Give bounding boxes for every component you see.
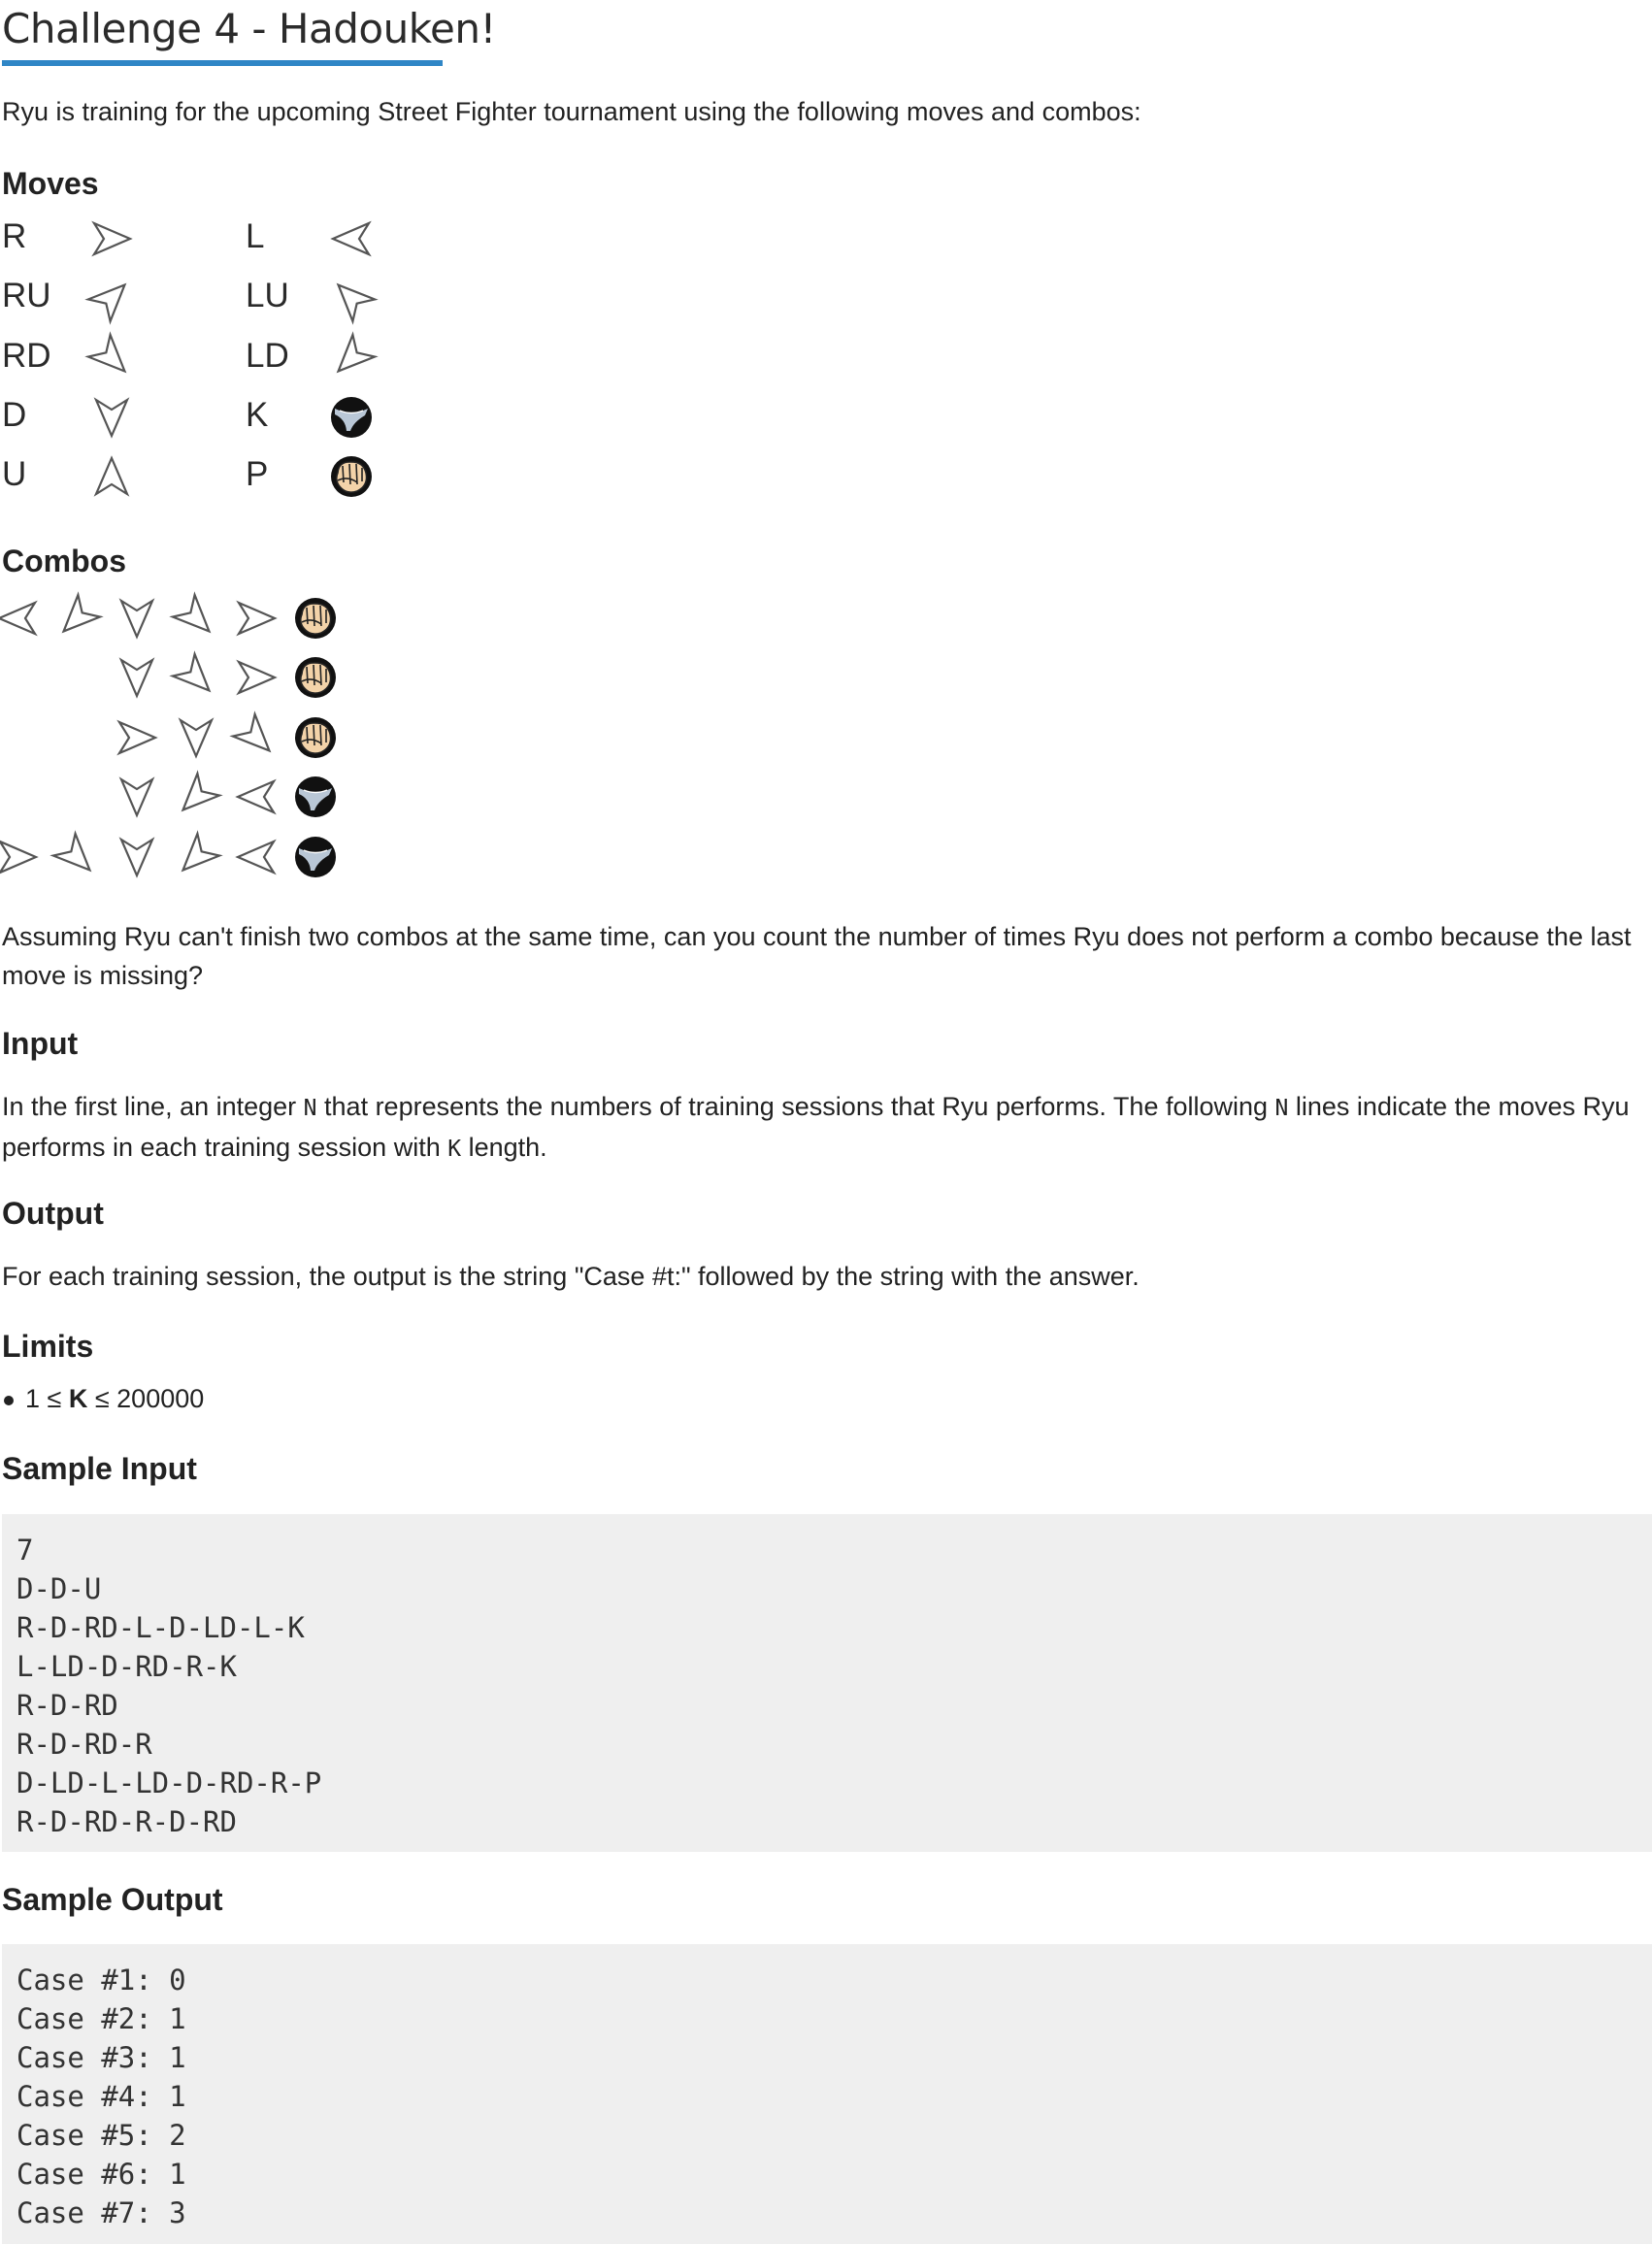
move-label-k: K [246,396,269,434]
arrow-right-down-icon [169,591,212,634]
code-line: D-D-U [17,1572,102,1605]
code-line: R-D-RD-R-D-RD [17,1805,237,1838]
punch-icon [295,657,336,698]
kick-icon [331,397,372,438]
output-heading: Output [2,1196,104,1231]
code-line: Case #5: 2 [17,2119,186,2152]
input-text-part: In the first line, an integer [2,1092,304,1121]
var-k: K [447,1137,462,1162]
code-line: Case #4: 1 [17,2080,186,2113]
move-label-rd: RD [2,337,51,375]
challenge-page: Challenge 4 - Hadouken! Ryu is training … [0,0,1652,2244]
move-label-l: L [246,217,265,255]
move-label-ld: LD [246,337,289,375]
punch-icon [295,598,336,639]
input-text-part: length. [461,1133,547,1162]
code-line: Case #1: 0 [17,1964,186,1996]
page-title: Challenge 4 - Hadouken! [2,5,496,52]
code-line: R-D-RD-R [17,1728,152,1761]
punch-icon [331,456,372,497]
question-text: Assuming Ryu can't finish two combos at … [2,922,1632,990]
sample-output-block: Case #1: 0 Case #2: 1 Case #3: 1 Case #4… [2,1944,1652,2244]
arrow-right-down-icon [228,710,271,753]
limit-item: 1 ≤ K ≤ 200000 [25,1379,204,1418]
arrow-left-up-icon [336,282,379,325]
arrow-left-down-icon [336,331,379,374]
kick-icon [295,776,336,817]
code-line: L-LD-D-RD-R-K [17,1650,237,1683]
input-text-part: that represents the numbers of training … [316,1092,1275,1121]
arrow-left-icon [0,600,38,637]
arrow-left-icon [330,220,372,257]
code-line: Case #3: 1 [17,2041,186,2074]
code-line: Case #6: 1 [17,2158,186,2191]
arrow-right-down-icon [50,830,92,873]
code-line: R-D-RD [17,1689,118,1722]
arrow-left-down-icon [61,591,104,634]
title-underline [2,60,443,66]
combos-heading: Combos [2,544,126,578]
move-label-ru: RU [2,277,51,314]
var-n: N [1274,1096,1289,1121]
input-description: In the first line, an integer N that rep… [2,1087,1642,1169]
code-line: 7 [17,1534,34,1567]
code-line: Case #2: 1 [17,2002,186,2035]
intro-text: Ryu is training for the upcoming Street … [2,97,1141,126]
arrow-down-icon [118,776,154,818]
arrow-left-icon [234,778,277,815]
move-label-lu: LU [246,277,289,314]
arrow-right-icon [91,220,133,257]
code-line: R-D-RD-L-D-LD-L-K [17,1611,305,1644]
arrow-right-icon [116,719,158,756]
arrow-right-down-icon [84,331,127,374]
move-label-d: D [2,396,27,434]
arrow-left-icon [234,839,277,875]
move-label-r: R [2,217,27,255]
arrow-left-down-icon [181,770,223,812]
arrow-down-icon [118,657,154,699]
sample-output-heading: Sample Output [2,1882,223,1917]
output-description: For each training session, the output is… [2,1262,1140,1291]
var-n: N [303,1096,317,1121]
arrow-right-icon [235,659,278,696]
arrow-down-icon [93,397,130,439]
code-line: Case #7: 3 [17,2196,186,2229]
bullet [4,1396,14,1405]
arrow-down-icon [178,717,215,759]
arrow-right-down-icon [169,650,212,693]
input-heading: Input [2,1026,79,1061]
arrow-up-icon [93,455,130,497]
code-line: D-LD-L-LD-D-RD-R-P [17,1766,322,1799]
limit-var: K [68,1384,88,1413]
arrow-down-icon [118,598,154,640]
limit-post: ≤ 200000 [87,1384,205,1413]
sample-input-block: 7 D-D-U R-D-RD-L-D-LD-L-K L-LD-D-RD-R-K … [2,1514,1652,1852]
punch-icon [295,717,336,758]
sample-input-heading: Sample Input [2,1451,197,1486]
arrow-right-icon [235,600,278,637]
move-label-u: U [2,455,27,493]
arrow-right-up-icon [84,282,127,325]
arrow-right-icon [0,841,39,874]
move-label-p: P [246,455,269,493]
limits-heading: Limits [2,1329,94,1364]
limit-pre: 1 ≤ [25,1384,69,1413]
arrow-left-down-icon [181,830,223,873]
kick-icon [295,837,336,877]
arrow-down-icon [118,837,154,878]
moves-heading: Moves [2,166,99,201]
